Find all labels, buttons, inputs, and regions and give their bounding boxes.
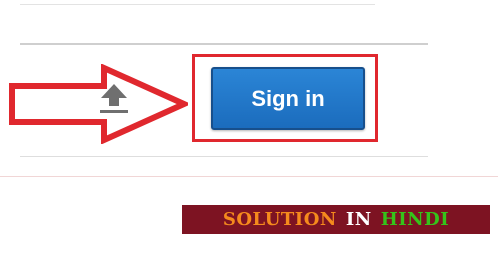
upload-icon bbox=[100, 84, 128, 113]
divider bbox=[20, 156, 428, 157]
banner-word: SOLUTION bbox=[222, 209, 337, 230]
banner-word: IN bbox=[345, 209, 372, 230]
divider bbox=[20, 4, 375, 5]
banner-word: HINDI bbox=[380, 209, 450, 230]
solution-in-hindi-banner: SOLUTION IN HINDI bbox=[182, 205, 490, 234]
sign-in-button[interactable]: Sign in bbox=[211, 67, 365, 130]
login-panel: Sign in bbox=[0, 0, 498, 177]
divider bbox=[20, 43, 428, 45]
